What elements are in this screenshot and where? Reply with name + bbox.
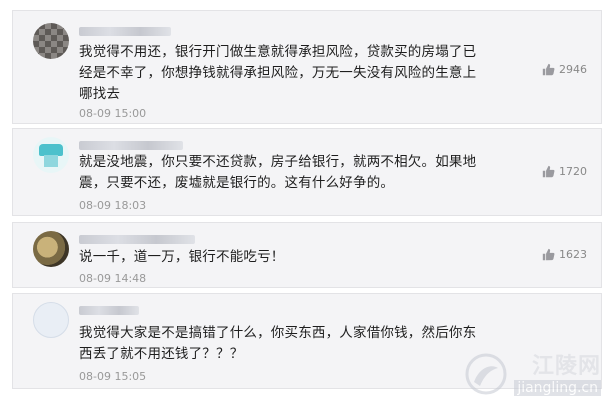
- thumbs-up-icon: [542, 248, 555, 261]
- comment-text: 就是没地震，你只要不还贷款，房子给银行，就两不相欠。如果地 震，只要不还，废墟就…: [79, 152, 529, 194]
- like-count: 1623: [559, 248, 587, 261]
- avatar[interactable]: [33, 231, 69, 267]
- comment-text-line: 哪找去: [79, 86, 121, 102]
- avatar[interactable]: [33, 137, 69, 173]
- avatar[interactable]: [33, 302, 69, 338]
- comment-text: 我觉得不用还，银行开门做生意就得承担风险，贷款买的房塌了已 经是不幸了，你想挣钱…: [79, 42, 529, 105]
- username-blurred[interactable]: [79, 141, 183, 150]
- comment-text-line: 说一千，道一万，银行不能吃亏！: [79, 249, 285, 265]
- username-blurred[interactable]: [79, 306, 139, 315]
- comment-text: 说一千，道一万，银行不能吃亏！: [79, 247, 529, 268]
- comment-text-line: 我觉得大家是不是搞错了什么，你买东西，人家借你钱，然后你东: [79, 325, 477, 341]
- comment-text-line: 我觉得不用还，银行开门做生意就得承担风险，贷款买的房塌了已: [79, 44, 477, 60]
- like-count: 1720: [559, 165, 587, 178]
- like-button[interactable]: 1720: [542, 165, 587, 178]
- like-button[interactable]: 1623: [542, 248, 587, 261]
- watermark-title: 江陵网: [531, 354, 601, 379]
- comment-card: 说一千，道一万，银行不能吃亏！ 08-09 14:48 1623: [12, 222, 602, 288]
- watermark-logo-icon: [465, 353, 507, 395]
- like-button[interactable]: 2946: [542, 63, 587, 76]
- comment-time: 08-09 15:05: [79, 370, 147, 383]
- comment-card: 就是没地震，你只要不还贷款，房子给银行，就两不相欠。如果地 震，只要不还，废墟就…: [12, 128, 602, 216]
- comment-time: 08-09 14:48: [79, 272, 147, 285]
- username-blurred[interactable]: [79, 235, 195, 244]
- comment-time: 08-09 15:00: [79, 107, 147, 120]
- username-blurred[interactable]: [79, 27, 171, 36]
- avatar[interactable]: [33, 23, 69, 59]
- watermark-url: jiangling.cn: [514, 380, 601, 396]
- watermark: 江陵网 jiangling.cn: [464, 348, 601, 396]
- thumbs-up-icon: [542, 165, 555, 178]
- comment-text: 我觉得大家是不是搞错了什么，你买东西，人家借你钱，然后你东 西丢了就不用还钱了？…: [79, 323, 529, 365]
- comment-time: 08-09 18:03: [79, 199, 147, 212]
- comment-text-line: 西丢了就不用还钱了？？？: [79, 346, 244, 362]
- thumbs-up-icon: [542, 63, 555, 76]
- comment-text-line: 就是没地震，你只要不还贷款，房子给银行，就两不相欠。如果地: [79, 154, 477, 170]
- comment-text-line: 经是不幸了，你想挣钱就得承担风险，万无一失没有风险的生意上: [79, 65, 477, 81]
- comment-text-line: 震，只要不还，废墟就是银行的。这有什么好争的。: [79, 175, 395, 191]
- comment-card: 我觉得不用还，银行开门做生意就得承担风险，贷款买的房塌了已 经是不幸了，你想挣钱…: [12, 10, 602, 124]
- like-count: 2946: [559, 63, 587, 76]
